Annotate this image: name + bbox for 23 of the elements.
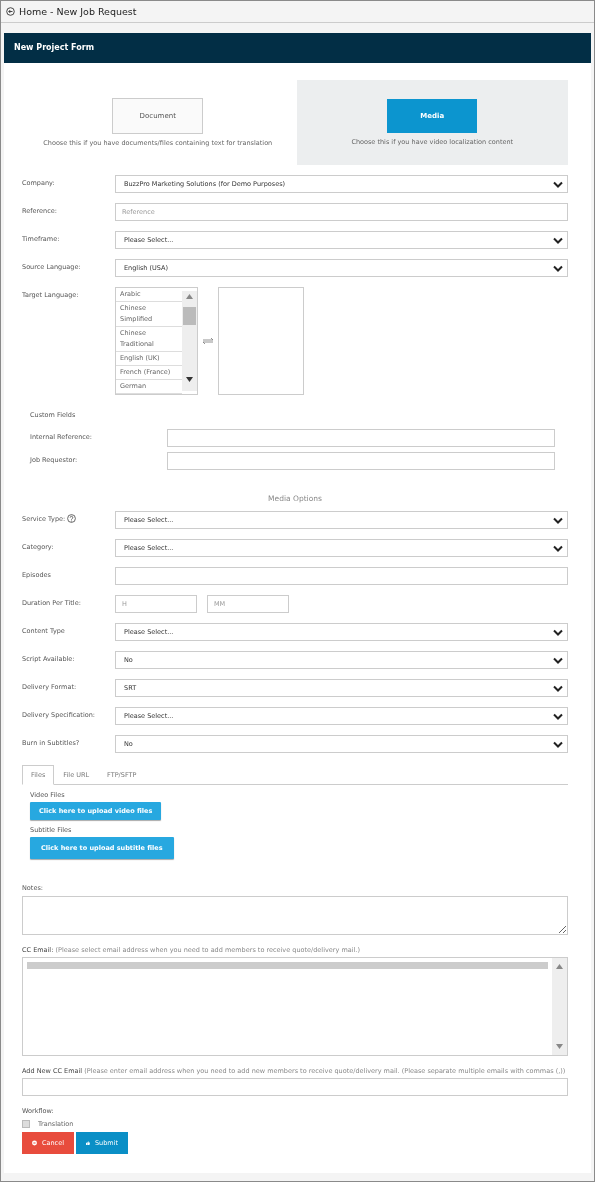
chevron-down-icon [553,740,563,748]
close-icon [32,1139,37,1147]
input-field[interactable] [22,1078,568,1096]
chevron-down-icon [553,712,563,720]
input-field[interactable] [167,452,555,470]
page-title: Home - New Job Request [19,6,137,17]
chevron-down-icon [553,656,563,664]
chevron-down-icon [553,236,563,244]
input-field[interactable] [167,429,555,447]
chevron-down-icon [553,516,563,524]
email-list[interactable] [22,957,568,1056]
chevron-down-icon [553,264,563,272]
selected-language-list[interactable] [218,287,304,395]
swap-arrows-icon [202,337,214,345]
chevron-down-icon [553,684,563,692]
thumbs-up-icon [86,1139,90,1147]
back-icon [6,7,15,16]
chevron-down-icon [553,544,563,552]
form-title-bar: New Project Form [4,33,591,63]
notes-field[interactable] [22,896,568,935]
chevron-down-icon [553,180,563,188]
input-field[interactable] [115,567,568,585]
chevron-down-icon [553,628,563,636]
